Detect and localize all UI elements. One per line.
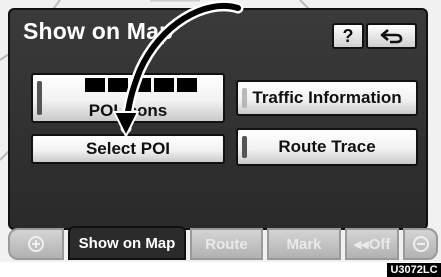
bottom-tab-bar: Show on Map Route Mark ◂◂Off bbox=[8, 226, 438, 262]
route-trace-button[interactable]: Route Trace bbox=[236, 128, 418, 166]
help-button[interactable]: ? bbox=[332, 23, 364, 49]
tab-mark-label: Mark bbox=[286, 235, 322, 253]
zoom-out-icon bbox=[412, 236, 429, 252]
poi-icons-label: POI Icons bbox=[88, 101, 168, 120]
zoom-in-button[interactable] bbox=[8, 228, 64, 260]
zoom-in-icon bbox=[28, 236, 44, 252]
zoom-out-button[interactable] bbox=[403, 228, 438, 260]
back-button[interactable] bbox=[366, 23, 417, 49]
figure-code: U3072LC bbox=[387, 263, 441, 277]
poi-icon-squares bbox=[85, 78, 197, 92]
return-arrow-icon bbox=[380, 29, 402, 44]
tab-route[interactable]: Route bbox=[190, 228, 263, 260]
tab-off[interactable]: ◂◂Off bbox=[345, 228, 399, 260]
traffic-information-label: Traffic Information bbox=[252, 88, 402, 107]
tab-mark[interactable]: Mark bbox=[267, 228, 341, 260]
select-poi-label: Select POI bbox=[85, 139, 171, 158]
route-trace-indicator bbox=[242, 136, 247, 158]
help-label: ? bbox=[342, 25, 354, 46]
select-poi-button[interactable]: Select POI bbox=[31, 134, 225, 164]
traffic-indicator bbox=[242, 88, 247, 108]
dialog-title: Show on Map bbox=[23, 18, 174, 44]
traffic-information-button[interactable]: Traffic Information bbox=[236, 80, 418, 116]
route-trace-label: Route Trace bbox=[278, 137, 376, 156]
tab-show-on-map-label: Show on Map bbox=[78, 234, 176, 252]
tab-show-on-map[interactable]: Show on Map bbox=[68, 226, 186, 260]
tab-off-label: ◂◂Off bbox=[353, 236, 391, 253]
poi-icons-button[interactable]: POI Icons bbox=[31, 73, 225, 123]
tab-route-label: Route bbox=[205, 235, 248, 253]
